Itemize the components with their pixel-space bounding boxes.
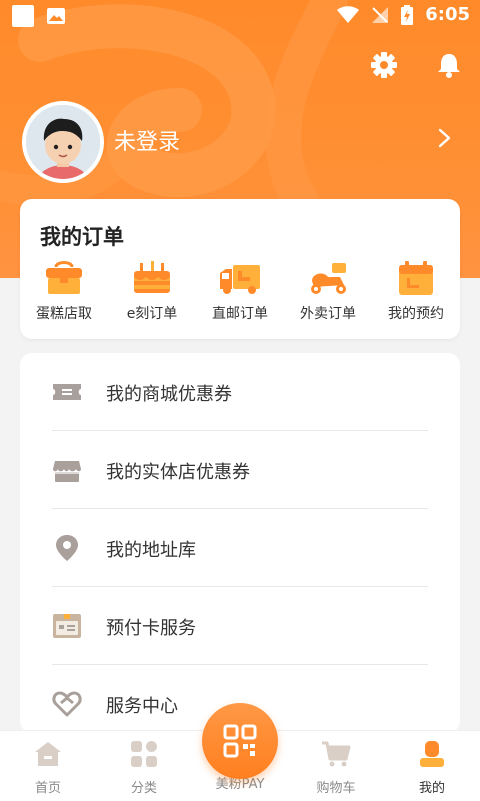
location-pin-icon [56, 535, 78, 561]
battery-charging-icon [401, 4, 414, 25]
cartoon-boy-avatar-icon [26, 105, 100, 179]
order-item-cake-pickup[interactable]: 蛋糕店取 [20, 259, 108, 323]
status-bar: 6:05 [0, 0, 480, 30]
settings-gear-icon[interactable] [369, 50, 399, 80]
nav-label: 购物车 [316, 781, 356, 796]
clock-time: 6:05 [425, 4, 470, 25]
calendar-icon [399, 261, 433, 295]
notification-square-icon [12, 5, 34, 27]
list-item-label: 我的实体店优惠券 [106, 462, 250, 483]
order-item-e-order[interactable]: e刻订单 [108, 259, 196, 323]
order-label: 外卖订单 [300, 306, 356, 322]
ticket-icon [53, 384, 81, 400]
nav-profile[interactable]: 我的 [392, 739, 472, 796]
profile-icon [420, 741, 444, 767]
wifi-icon [337, 5, 360, 23]
category-grid-icon [131, 741, 157, 767]
list-item-label: 预付卡服务 [106, 618, 196, 639]
list-item-label: 我的地址库 [106, 540, 196, 561]
list-item-prepaid-card[interactable]: 预付卡服务 [52, 587, 428, 665]
list-item-mall-coupons[interactable]: 我的商城优惠券 [52, 353, 428, 431]
store-icon [53, 461, 81, 482]
my-orders-card: 我的订单 蛋糕店取 e刻订单 直邮订单 外卖订单 我的预约 [20, 199, 460, 339]
image-notification-icon [47, 8, 65, 24]
list-item-store-coupons[interactable]: 我的实体店优惠券 [52, 431, 428, 509]
avatar[interactable] [22, 101, 104, 183]
order-label: e刻订单 [126, 306, 178, 322]
cart-icon [322, 741, 351, 767]
nav-home[interactable]: 首页 [8, 739, 88, 796]
order-shortcuts: 蛋糕店取 e刻订单 直邮订单 外卖订单 我的预约 [20, 259, 460, 323]
nav-label: 首页 [34, 781, 61, 796]
list-item-label: 服务中心 [106, 696, 178, 717]
order-label: 我的预约 [388, 306, 444, 322]
home-icon [35, 742, 61, 766]
nav-category[interactable]: 分类 [104, 739, 184, 796]
order-item-direct-mail[interactable]: 直邮订单 [196, 259, 284, 323]
order-label: 蛋糕店取 [36, 306, 92, 322]
pay-qr-button[interactable] [202, 703, 278, 779]
orders-title: 我的订单 [40, 225, 124, 249]
nav-cart[interactable]: 购物车 [296, 739, 376, 796]
cake-icon [134, 261, 170, 293]
prepaid-card-icon [53, 614, 81, 638]
delivery-truck-icon [220, 265, 260, 294]
no-signal-icon [372, 6, 389, 23]
service-heart-icon [52, 691, 82, 717]
scooter-icon [311, 263, 346, 294]
qr-code-icon [223, 724, 257, 758]
nav-label: 我的 [418, 781, 445, 796]
login-status-text[interactable]: 未登录 [114, 124, 180, 156]
notification-bell-icon[interactable] [434, 50, 464, 80]
list-item-label: 我的商城优惠券 [106, 384, 232, 405]
services-list-card: 我的商城优惠券 我的实体店优惠券 我的地址库 预付卡服务 服务中心 [20, 353, 460, 733]
order-item-takeout[interactable]: 外卖订单 [284, 259, 372, 323]
cake-box-icon [46, 261, 82, 294]
order-item-appointment[interactable]: 我的预约 [372, 259, 460, 323]
order-label: 直邮订单 [212, 306, 268, 322]
nav-label: 分类 [130, 781, 157, 796]
list-item-address-book[interactable]: 我的地址库 [52, 509, 428, 587]
chevron-right-icon[interactable] [436, 127, 454, 149]
